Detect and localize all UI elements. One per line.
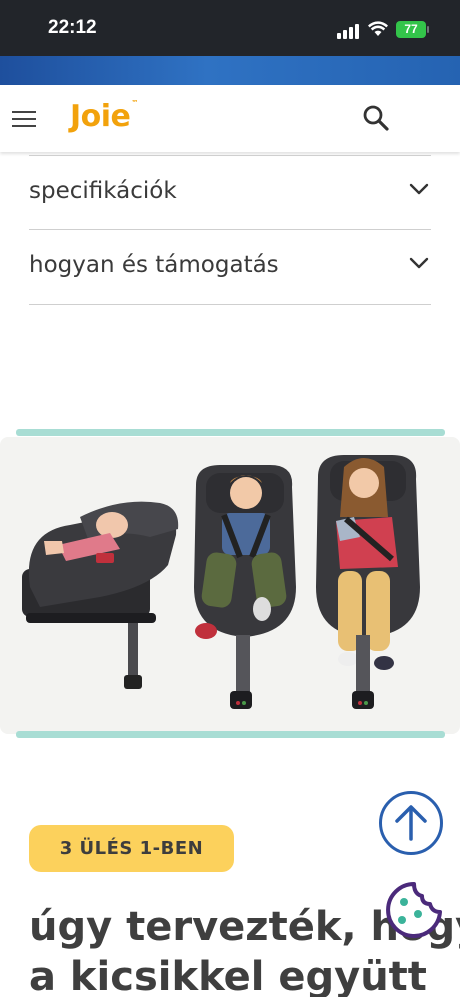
menu-icon-bar bbox=[12, 125, 36, 127]
accordion-specifications[interactable]: specifikációk bbox=[29, 155, 431, 230]
promo-strip bbox=[0, 56, 460, 85]
accordion-label: specifikációk bbox=[29, 178, 177, 204]
wifi-icon bbox=[368, 21, 388, 36]
search-icon[interactable] bbox=[362, 104, 390, 132]
infant-seat bbox=[22, 501, 179, 689]
car-seat-illustration bbox=[22, 455, 420, 709]
headline-line-2: a kicsikkel együtt bbox=[29, 954, 427, 997]
booster-seat bbox=[316, 455, 420, 709]
logo-trademark: ™ bbox=[131, 99, 138, 107]
chevron-down-icon bbox=[409, 183, 429, 195]
cookie-icon[interactable] bbox=[384, 880, 444, 940]
menu-icon-bar bbox=[12, 111, 36, 113]
product-image bbox=[0, 437, 460, 734]
logo-text: Joie bbox=[70, 99, 131, 134]
battery-tip bbox=[427, 26, 429, 33]
arrow-up-icon bbox=[395, 805, 427, 841]
teal-divider-top bbox=[16, 429, 445, 436]
site-header: Joie™ bbox=[0, 85, 460, 152]
scroll-to-top-button[interactable] bbox=[379, 791, 443, 855]
menu-button[interactable] bbox=[12, 111, 38, 127]
status-bar: 22:12 77 bbox=[0, 0, 460, 56]
feature-badge: 3 ÜLÉS 1-BEN bbox=[29, 825, 234, 872]
signal-icon bbox=[337, 24, 359, 39]
product-image-panel bbox=[0, 429, 460, 740]
accordion-label: hogyan és támogatás bbox=[29, 252, 279, 278]
battery-icon: 77 bbox=[396, 21, 426, 38]
joie-logo[interactable]: Joie™ bbox=[70, 99, 138, 134]
chevron-down-icon bbox=[409, 257, 429, 269]
teal-divider-bottom bbox=[16, 731, 445, 738]
accordion-howto-support[interactable]: hogyan és támogatás bbox=[29, 230, 431, 305]
toddler-seat bbox=[194, 465, 296, 709]
menu-icon-bar bbox=[12, 118, 36, 120]
status-time: 22:12 bbox=[48, 17, 97, 38]
